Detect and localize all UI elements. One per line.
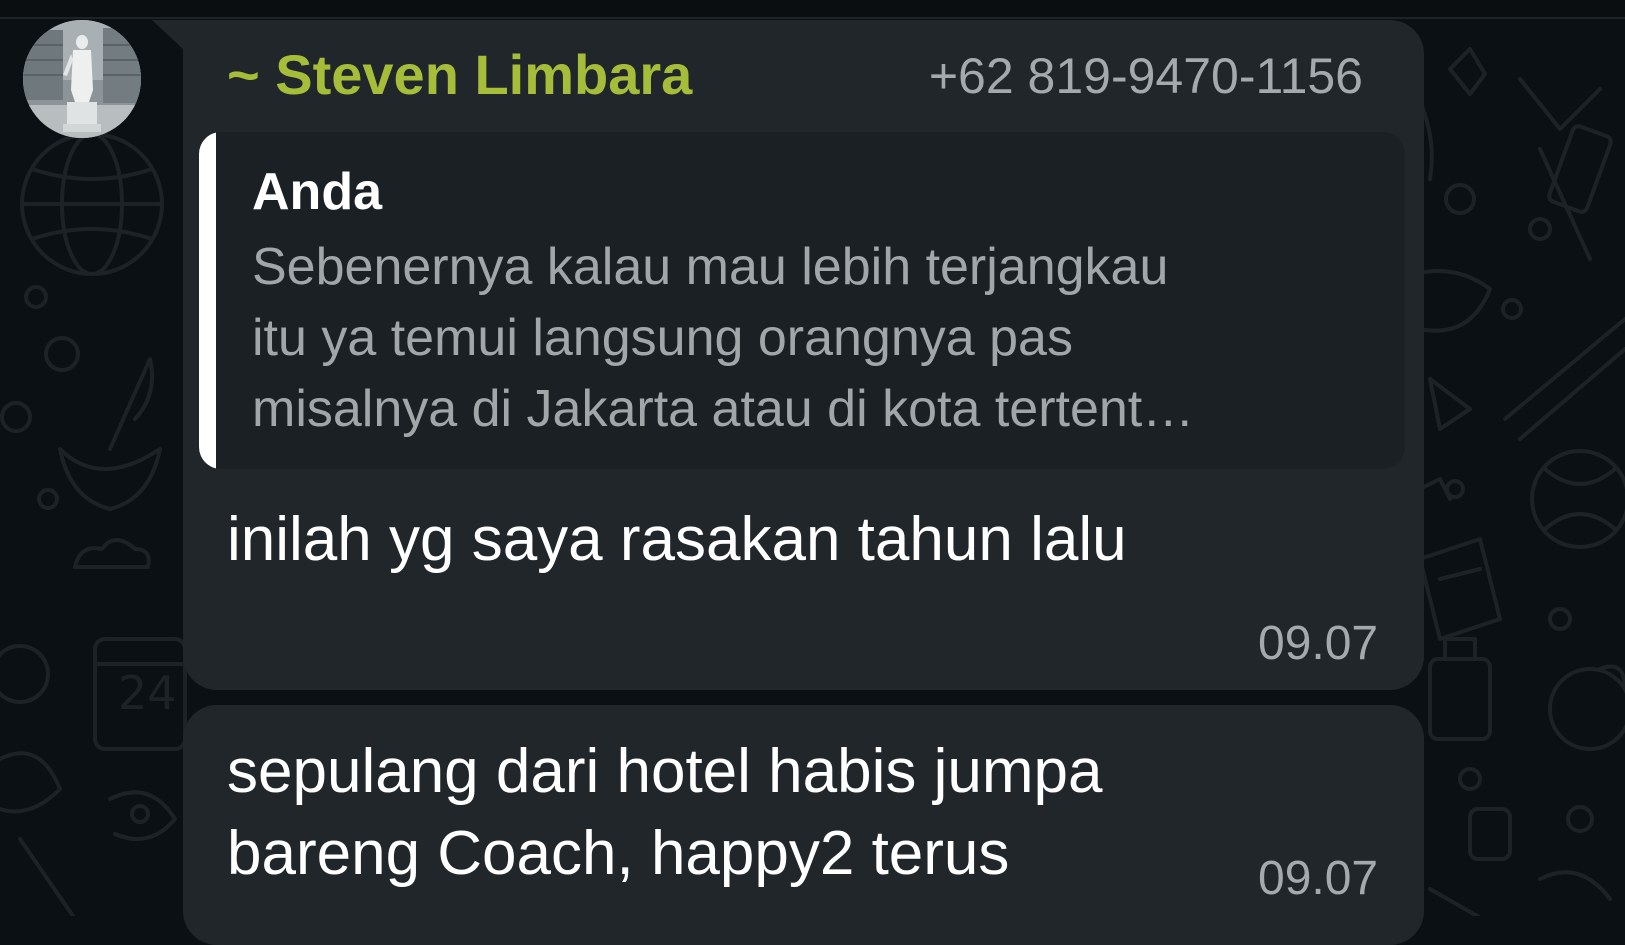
svg-text:24: 24 (118, 666, 177, 720)
statue-photo-avatar-icon (23, 20, 141, 138)
message-text: sepulang dari hotel habis jumpa bareng C… (227, 731, 1102, 895)
message-bubble-tail (152, 20, 184, 50)
quoted-text: Sebenernya kalau mau lebih terjangkau it… (252, 232, 1372, 445)
sender-name[interactable]: ~ Steven Limbara (227, 40, 692, 110)
top-edge-strip (0, 0, 1625, 19)
quoted-message[interactable]: Anda Sebenernya kalau mau lebih terjangk… (199, 132, 1405, 469)
quoted-text-line: itu ya temui langsung orangnya pas (252, 309, 1073, 367)
message-text: inilah yg saya rasakan tahun lalu (227, 505, 1127, 574)
message-text-line: sepulang dari hotel habis jumpa (227, 737, 1103, 806)
message-time: 09.07 (1258, 852, 1379, 905)
quoted-author: Anda (252, 163, 382, 221)
message-time: 09.07 (1258, 617, 1379, 670)
quoted-text-line: Sebenernya kalau mau lebih terjangkau (252, 238, 1169, 296)
message-text-line: bareng Coach, happy2 terus (227, 819, 1010, 888)
sender-phone[interactable]: +62 819-9470-1156 (898, 44, 1363, 108)
avatar[interactable] (23, 20, 141, 138)
quoted-text-line: misalnya di Jakarta atau di kota tertent… (252, 380, 1195, 438)
quote-accent-bar (199, 132, 216, 469)
